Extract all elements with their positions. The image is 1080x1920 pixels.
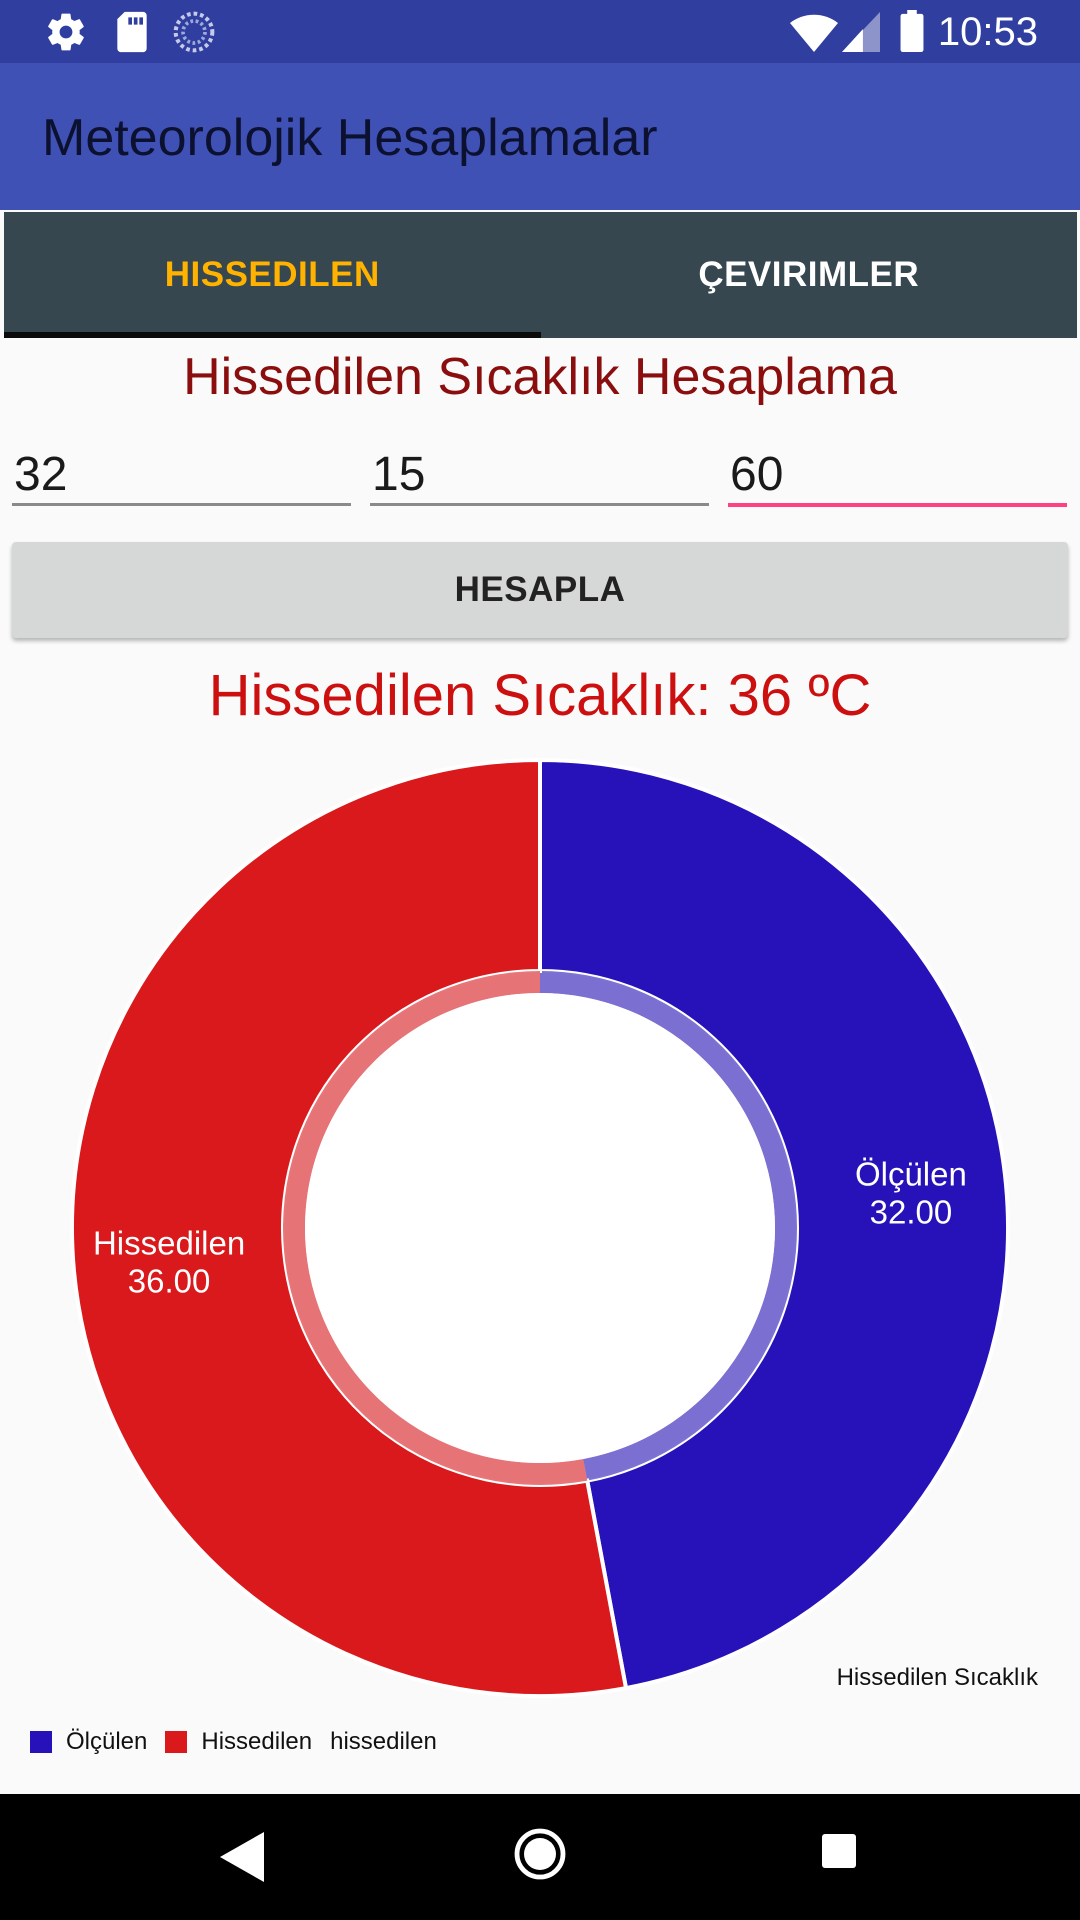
app-bar: Meteorolojik Hesaplamalar (0, 63, 1080, 210)
back-icon[interactable] (220, 1832, 264, 1882)
status-bar: 10:53 (0, 0, 1080, 63)
wifi-icon (790, 14, 838, 52)
wind-speed-input[interactable] (370, 438, 709, 510)
slice-label-olculen: Ölçülen 32.00 (855, 1156, 967, 1231)
home-icon[interactable] (514, 1828, 566, 1880)
donut-chart[interactable]: Ölçülen 32.00Hissedilen 36.00 (0, 740, 1080, 1790)
sd-card-icon (117, 11, 147, 53)
legend-swatch-hissedilen (165, 1731, 188, 1753)
gear-icon (48, 13, 84, 51)
temperature-input[interactable] (12, 438, 351, 510)
status-time: 10:53 (937, 10, 1038, 54)
legend-label-hissedilen: Hissedilen (201, 1728, 313, 1755)
chart-description: Hissedilen Sıcaklık (836, 1664, 1038, 1691)
app-title: Meteorolojik Hesaplamalar (42, 109, 658, 167)
tab-bar: HISSEDILEN ÇEVIRIMLER (4, 212, 1077, 338)
battery-icon (900, 10, 924, 52)
input-underline (12, 503, 351, 506)
tab-indicator (4, 332, 541, 338)
signal-icon (842, 12, 880, 52)
input-underline (370, 503, 709, 506)
legend-dataset-label: hissedilen (330, 1728, 437, 1755)
tab-label: ÇEVIRIMLER (698, 255, 920, 294)
tab-hissedilen[interactable]: HISSEDILEN (4, 212, 541, 338)
result-text: Hissedilen Sıcaklık: 36 ºC (208, 663, 872, 728)
donut-hole (305, 993, 775, 1463)
tab-label: HISSEDILEN (164, 255, 380, 294)
calculate-button[interactable]: HESAPLA (12, 542, 1068, 638)
tab-cevirimler[interactable]: ÇEVIRIMLER (541, 212, 1078, 338)
recents-icon[interactable] (822, 1834, 856, 1868)
humidity-input[interactable] (728, 438, 1067, 510)
input-underline-focused (728, 503, 1067, 507)
sync-icon (173, 11, 215, 53)
legend-label-olculen: Ölçülen (66, 1728, 148, 1755)
legend-swatch-olculen (30, 1731, 52, 1753)
section-heading: Hissedilen Sıcaklık Hesaplama (183, 348, 897, 406)
chart-legend: Ölçülen Hissedilen hissedilen (30, 1728, 455, 1756)
navigation-bar (0, 1794, 1080, 1920)
